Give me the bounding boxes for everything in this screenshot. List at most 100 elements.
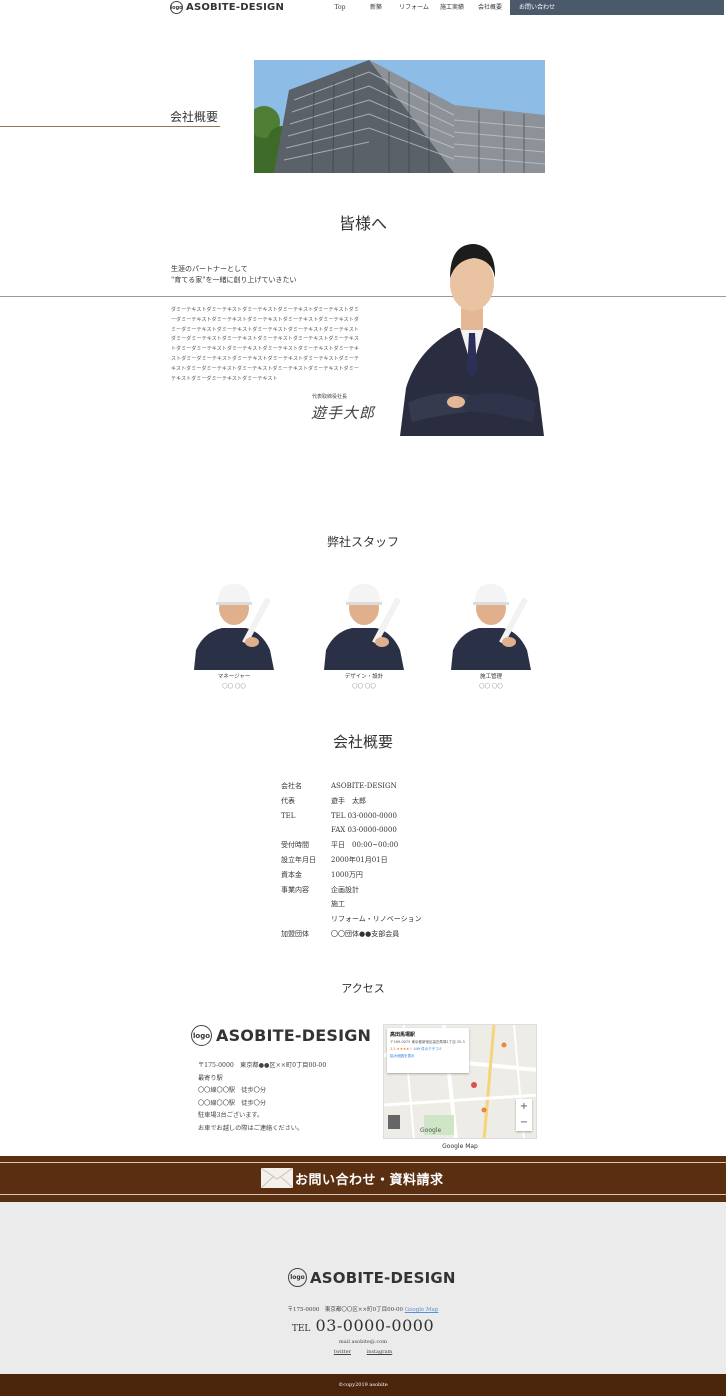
access-title: アクセス bbox=[341, 982, 385, 995]
info-label bbox=[281, 912, 331, 927]
footer-social-links: twitter instagram bbox=[0, 1349, 726, 1355]
nav-reform[interactable]: リフォーム bbox=[394, 0, 434, 15]
info-value: 企画設計 bbox=[331, 885, 359, 894]
logo-mark: logo bbox=[191, 1025, 212, 1046]
map-caption: Google Map bbox=[442, 1143, 478, 1150]
logo-mark: logo bbox=[170, 1, 183, 14]
info-row: 施工 bbox=[281, 897, 422, 912]
nav-company[interactable]: 会社概要 bbox=[470, 0, 510, 15]
logo-mark: logo bbox=[288, 1268, 307, 1287]
logo-text: ASOBITE-DESIGN bbox=[216, 1026, 372, 1045]
info-label: 加盟団体 bbox=[281, 929, 309, 938]
staff-photo bbox=[449, 580, 533, 670]
nav-top[interactable]: Top bbox=[322, 0, 358, 15]
envelope-icon bbox=[261, 1168, 293, 1188]
staff-role: マネージャー bbox=[217, 674, 251, 680]
footer-phone[interactable]: TEL 03-0000-0000 bbox=[0, 1316, 726, 1335]
info-row: 加盟団体 〇〇団体●●支部会員 bbox=[281, 927, 422, 942]
info-value: 平日 00:00~00:00 bbox=[331, 841, 399, 850]
instagram-link[interactable]: instagram bbox=[367, 1349, 393, 1355]
map-reviews[interactable]: 449 件のクチコミ bbox=[414, 1047, 443, 1051]
map-address: 〒169-0075 東京都新宿区高田馬場1丁目 35-3 bbox=[390, 1040, 465, 1044]
access-line: 〇〇線〇〇駅 徒歩〇分 bbox=[198, 1099, 267, 1107]
zoom-in-button[interactable]: + bbox=[516, 1099, 532, 1115]
info-row: 事業内容 企画設計 bbox=[281, 883, 422, 898]
tel-label: TEL bbox=[291, 1324, 311, 1334]
heading-underline bbox=[0, 126, 220, 127]
page-title: 会社概要 bbox=[170, 110, 219, 124]
main-nav: Top 新築 リフォーム 施工実績 会社概要 お問い合わせ bbox=[322, 0, 724, 15]
info-label: 受付時間 bbox=[281, 841, 309, 850]
company-title: 会社概要 bbox=[332, 733, 393, 751]
info-row: FAX 03-0000-0000 bbox=[281, 823, 422, 838]
greeting-body-text: ダミーテキストダミーテキストダミーテキストダミーテキストダミーテキストダミーダミ… bbox=[171, 307, 360, 382]
ceo-photo bbox=[398, 238, 546, 436]
info-value: FAX 03-0000-0000 bbox=[331, 826, 397, 835]
staff-name: 〇〇 〇〇 bbox=[479, 684, 503, 690]
building-photo bbox=[254, 60, 545, 173]
map-enlarge-link[interactable]: 拡大地図を表示 bbox=[390, 1054, 466, 1059]
footer-email[interactable]: mail asobite@.com bbox=[0, 1339, 726, 1345]
info-label: 会社名 bbox=[281, 782, 302, 790]
contact-banner-content: お問い合わせ・資料請求 bbox=[261, 1168, 444, 1188]
copyright: ©copy2019 asobite bbox=[0, 1374, 726, 1396]
info-label bbox=[281, 823, 331, 838]
map-info-card: 高田馬場駅 〒169-0075 東京都新宿区高田馬場1丁目 35-3 3.5 ★… bbox=[387, 1028, 469, 1073]
map-rating: 3.5 ★★★★☆ bbox=[390, 1047, 413, 1051]
google-wordmark: Google bbox=[420, 1127, 442, 1134]
logo-text: ASOBITE-DESIGN bbox=[186, 2, 285, 13]
nav-new-build[interactable]: 新築 bbox=[358, 0, 394, 15]
pegman-icon[interactable] bbox=[388, 1115, 400, 1129]
map-rating-row: 3.5 ★★★★☆ 449 件のクチコミ bbox=[390, 1047, 466, 1052]
staff-photo bbox=[192, 580, 276, 670]
greeting-sub-line2: "育てる家"を一緒に創り上げていきたい bbox=[171, 276, 297, 284]
info-value: 2000年01月01日 bbox=[331, 855, 388, 864]
nav-works[interactable]: 施工実績 bbox=[434, 0, 470, 15]
contact-banner[interactable]: お問い合わせ・資料請求 bbox=[0, 1156, 726, 1202]
staff-photo bbox=[322, 580, 406, 670]
staff-role: デザイン・設計 bbox=[344, 674, 384, 680]
footer-map-link[interactable]: Google Map bbox=[405, 1307, 439, 1313]
greeting-sub-line1: 生涯のパートナーとして bbox=[171, 265, 248, 273]
info-row: 受付時間 平日 00:00~00:00 bbox=[281, 838, 422, 853]
staff-name: 〇〇 〇〇 bbox=[352, 684, 376, 690]
info-row: 設立年月日 2000年01月01日 bbox=[281, 853, 422, 868]
info-value: 遊手 太郎 bbox=[331, 796, 366, 805]
info-value: 〇〇団体●●支部会員 bbox=[331, 929, 400, 938]
greeting-subtitle: 生涯のパートナーとして "育てる家"を一緒に創り上げていきたい bbox=[171, 264, 296, 286]
contact-banner-label: お問い合わせ・資料請求 bbox=[295, 1172, 444, 1188]
zoom-out-button[interactable]: − bbox=[516, 1115, 532, 1131]
access-line: 駐車場3台ございます。 bbox=[198, 1112, 264, 1120]
info-label: 代表 bbox=[281, 796, 295, 805]
info-row: 代表 遊手 太郎 bbox=[281, 794, 422, 809]
map-zoom-controls: + − bbox=[516, 1099, 532, 1131]
info-label: 設立年月日 bbox=[281, 855, 316, 864]
info-value: リフォーム・リノベーション bbox=[331, 915, 422, 924]
site-header: logo ASOBITE-DESIGN Top 新築 リフォーム 施工実績 会社… bbox=[0, 0, 726, 16]
info-value: 施工 bbox=[331, 900, 345, 909]
access-logo: logo ASOBITE-DESIGN bbox=[191, 1025, 371, 1046]
info-value: ASOBITE-DESIGN bbox=[331, 782, 397, 790]
info-value: TEL 03-0000-0000 bbox=[331, 811, 397, 820]
footer-logo[interactable]: logo ASOBITE-DESIGN bbox=[288, 1268, 456, 1287]
nav-contact-button[interactable]: お問い合わせ bbox=[510, 0, 724, 15]
staff-card: デザイン・設計 〇〇 〇〇 bbox=[322, 580, 406, 690]
footer-address-text: 〒175-0000 東京都〇〇区××町0丁目00-00 bbox=[287, 1307, 403, 1313]
google-map-embed[interactable]: 高田馬場駅 〒169-0075 東京都新宿区高田馬場1丁目 35-3 3.5 ★… bbox=[383, 1024, 537, 1139]
footer-address: 〒175-0000 東京都〇〇区××町0丁目00-00 Google Map bbox=[0, 1305, 726, 1313]
company-info-table: 会社名 ASOBITE-DESIGN 代表 遊手 太郎 TEL TEL 03-0000… bbox=[281, 779, 422, 942]
site-footer: logo ASOBITE-DESIGN 〒175-0000 東京都〇〇区××町0… bbox=[0, 1202, 726, 1374]
info-label: 資本金 bbox=[281, 870, 302, 879]
info-row: TEL TEL 03-0000-0000 bbox=[281, 809, 422, 824]
greeting-divider bbox=[0, 296, 726, 297]
header-logo[interactable]: logo ASOBITE-DESIGN bbox=[170, 1, 284, 14]
staff-role: 施工管理 bbox=[479, 674, 502, 680]
tel-number: 03-0000-0000 bbox=[315, 1316, 435, 1335]
logo-text: ASOBITE-DESIGN bbox=[310, 1268, 456, 1287]
staff-name: 〇〇 〇〇 bbox=[222, 684, 246, 690]
ceo-signature: 遊手大郎 bbox=[311, 404, 376, 422]
twitter-link[interactable]: twitter bbox=[334, 1349, 351, 1355]
info-value: 1000万円 bbox=[331, 870, 363, 879]
access-line: 最寄り駅 bbox=[198, 1074, 223, 1082]
staff-title: 弊社スタッフ bbox=[326, 535, 399, 549]
